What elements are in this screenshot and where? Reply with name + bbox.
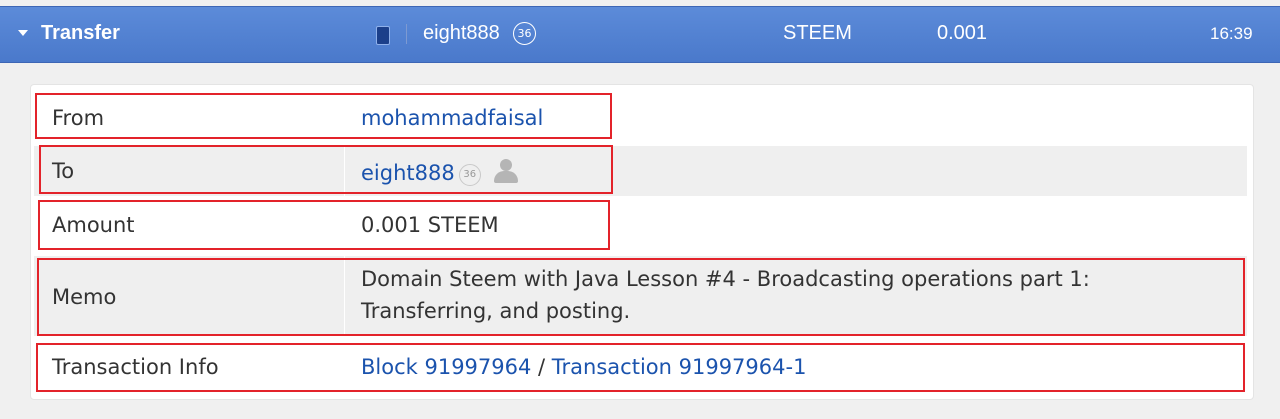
- transaction-highlight-box: [36, 343, 1245, 392]
- wallet-square-icon: [376, 26, 390, 45]
- header-time: 16:39: [1210, 24, 1253, 43]
- header-amount: 0.001: [937, 22, 988, 44]
- transfer-header[interactable]: Transfer eight888 36 STEEM 0.001 16:39: [0, 6, 1280, 63]
- from-highlight-box: [35, 93, 612, 139]
- header-username[interactable]: eight888: [423, 22, 500, 45]
- header-reputation-badge: 36: [513, 22, 536, 45]
- header-divider: [406, 24, 407, 44]
- header-title: Transfer: [41, 22, 120, 44]
- caret-down-icon[interactable]: [18, 30, 28, 36]
- amount-highlight-box: [38, 200, 610, 250]
- to-highlight-box: [39, 145, 613, 194]
- memo-highlight-box: [37, 258, 1245, 336]
- header-currency: STEEM: [783, 22, 852, 44]
